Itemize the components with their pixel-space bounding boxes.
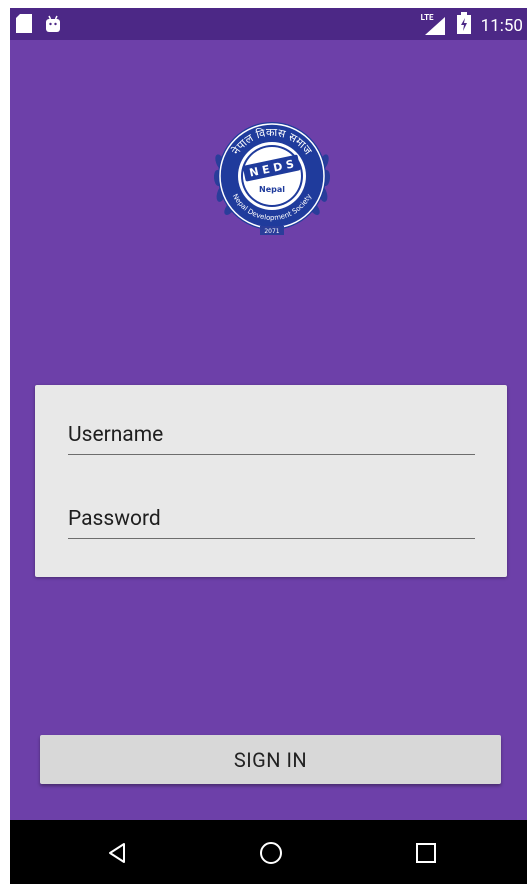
clock: 11:50: [480, 15, 523, 36]
logo-inner-text: Nepal: [259, 185, 285, 194]
lte-signal-icon: LTE: [420, 12, 447, 37]
app-screen: LTE 11:50 नेपाल विकास समाज Nepal Develop…: [10, 8, 527, 884]
sd-card-icon: [16, 14, 32, 37]
password-input[interactable]: [68, 502, 475, 536]
logo-year: 2071: [264, 228, 279, 235]
password-field-container: [68, 502, 475, 539]
home-icon[interactable]: [256, 838, 286, 868]
recents-icon[interactable]: [411, 838, 441, 868]
network-label: LTE: [420, 12, 434, 22]
sign-in-button[interactable]: SIGN IN: [40, 735, 501, 784]
neds-nepal-logo: नेपाल विकास समाज Nepal Development Socie…: [206, 110, 338, 246]
android-icon: [44, 15, 62, 37]
navigation-bar: [10, 820, 527, 884]
username-field-container: [68, 418, 475, 455]
back-icon[interactable]: [102, 838, 132, 868]
username-input[interactable]: [68, 418, 475, 452]
status-bar: LTE 11:50: [10, 8, 527, 40]
login-card: [35, 385, 507, 577]
battery-icon: [456, 12, 471, 39]
